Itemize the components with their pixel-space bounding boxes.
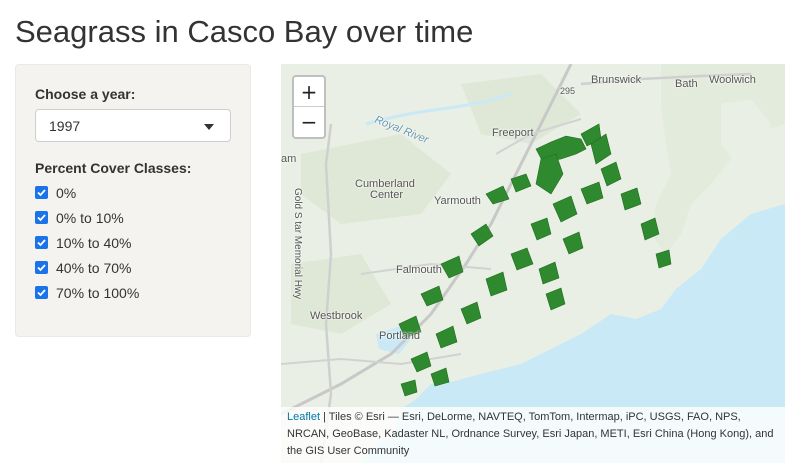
checkbox-checked-icon[interactable] bbox=[35, 186, 48, 199]
place-label-freeport: Freeport bbox=[492, 127, 534, 139]
zoom-out-button[interactable]: − bbox=[294, 107, 324, 137]
map-attribution: Leaflet | Tiles © Esri — Esri, DeLorme, … bbox=[281, 407, 785, 463]
zoom-in-button[interactable]: + bbox=[294, 77, 324, 107]
place-label-westbrook: Westbrook bbox=[310, 310, 363, 322]
road-label-295: 295 bbox=[560, 86, 576, 96]
checkbox-label: 40% to 70% bbox=[56, 260, 132, 276]
place-label-gray: am bbox=[281, 153, 297, 165]
checkbox-checked-icon[interactable] bbox=[35, 261, 48, 274]
map-view[interactable]: + − Brunswick Bath Woolwich Freeport Roy… bbox=[281, 64, 785, 463]
page-title: Seagrass in Casco Bay over time bbox=[15, 14, 474, 49]
checkbox-checked-icon[interactable] bbox=[35, 211, 48, 224]
chevron-down-icon bbox=[204, 124, 214, 130]
place-label-yarmouth: Yarmouth bbox=[434, 195, 481, 207]
checkbox-checked-icon[interactable] bbox=[35, 236, 48, 249]
leaflet-link[interactable]: Leaflet bbox=[287, 411, 320, 423]
place-label-bath: Bath bbox=[675, 78, 698, 90]
place-label-woolwich: Woolwich bbox=[709, 74, 756, 86]
basemap-tiles bbox=[281, 64, 785, 463]
zoom-control: + − bbox=[292, 75, 326, 139]
checkbox-label: 70% to 100% bbox=[56, 285, 140, 301]
place-label-portland: Portland bbox=[379, 330, 420, 342]
attribution-text: | Tiles © Esri — Esri, DeLorme, NAVTEQ, … bbox=[287, 411, 774, 457]
year-select-value: 1997 bbox=[49, 118, 81, 134]
checkbox-label: 0% to 10% bbox=[56, 210, 124, 226]
cover-classes-label: Percent Cover Classes: bbox=[35, 160, 192, 176]
year-select[interactable]: 1997 bbox=[35, 109, 231, 142]
checkbox-label: 0% bbox=[56, 185, 77, 201]
place-label-falmouth: Falmouth bbox=[396, 264, 442, 276]
year-select-label: Choose a year: bbox=[35, 86, 136, 102]
checkbox-label: 10% to 40% bbox=[56, 235, 132, 251]
checkbox-checked-icon[interactable] bbox=[35, 286, 48, 299]
sidebar-panel: Choose a year: 1997 Percent Cover Classe… bbox=[15, 64, 251, 337]
place-label-cumberland-center: Center bbox=[370, 189, 404, 201]
road-label-gold-star: Gold S tar Memorial Hwy bbox=[292, 188, 303, 300]
place-label-brunswick: Brunswick bbox=[591, 74, 642, 86]
